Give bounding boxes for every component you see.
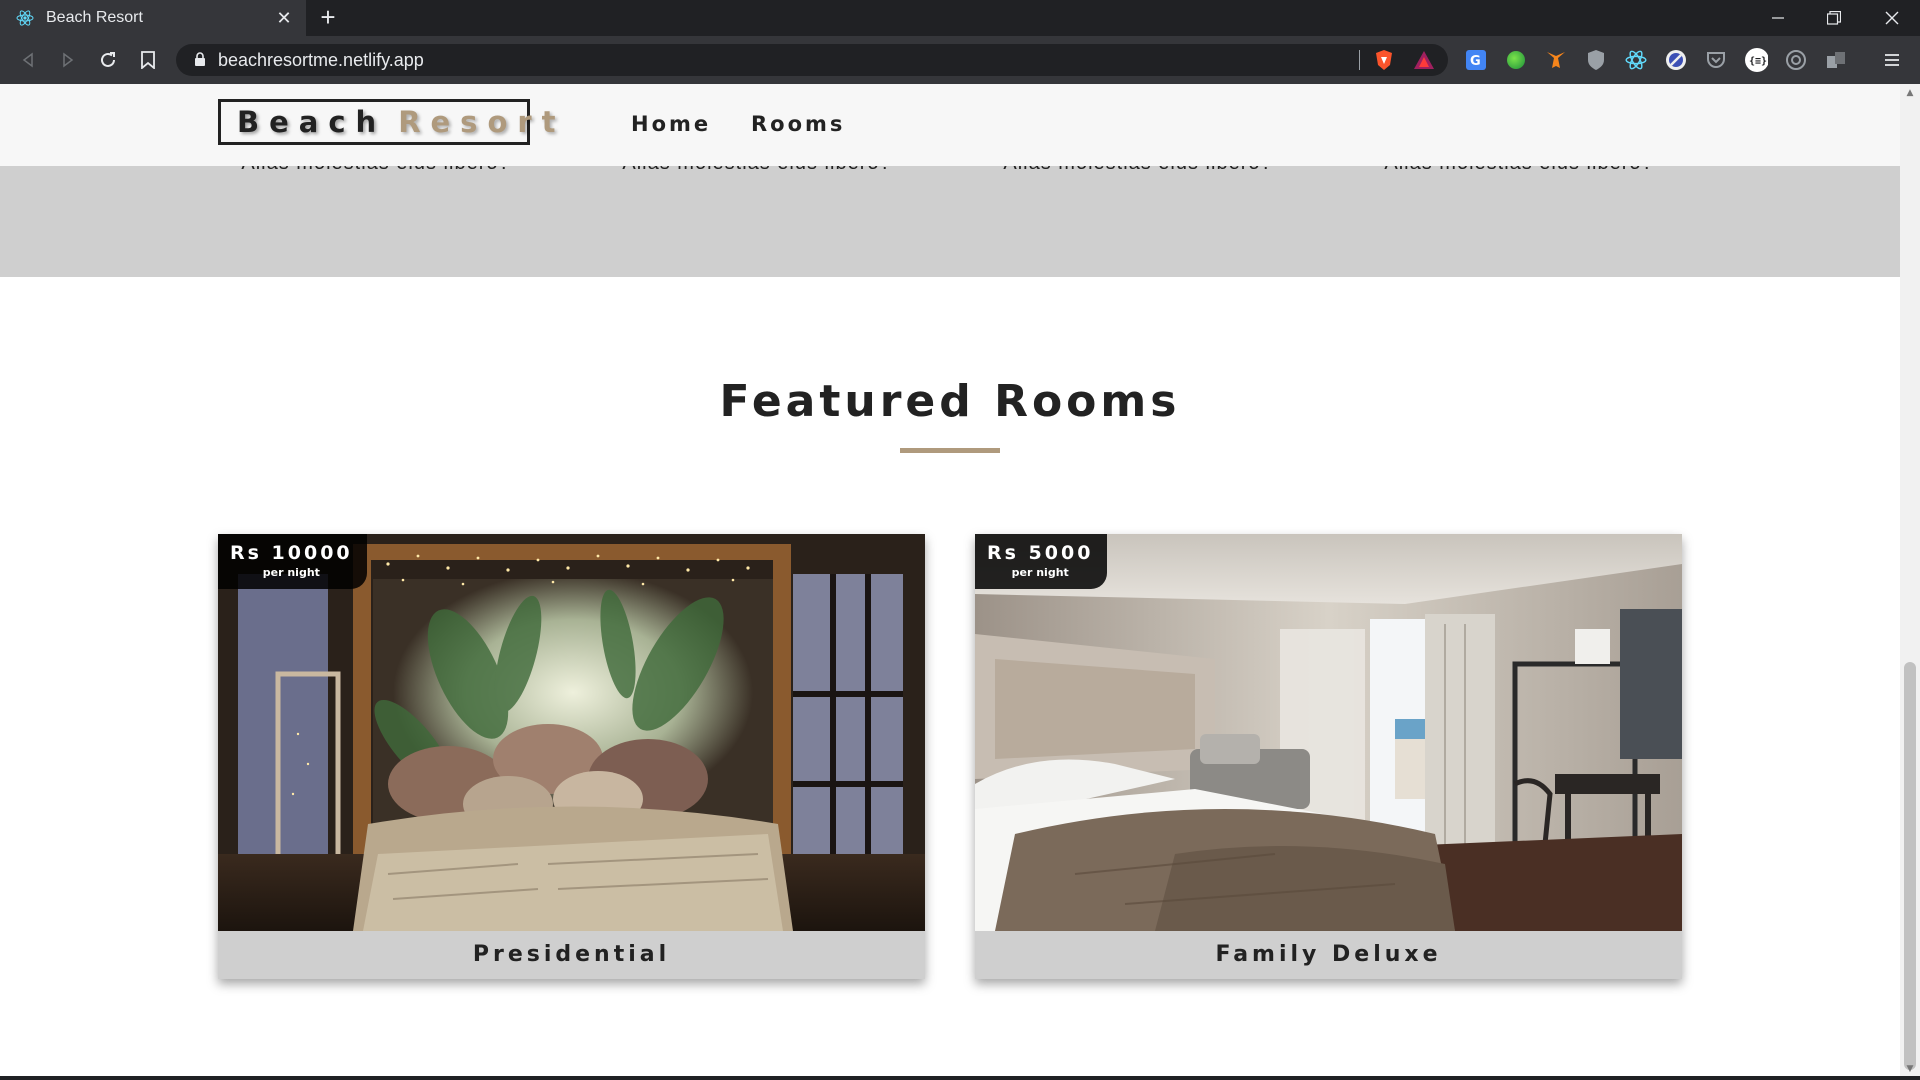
site-logo[interactable]: Beach Resort <box>218 99 556 145</box>
featured-rooms-title: Featured Rooms <box>719 376 1181 427</box>
menu-icon[interactable] <box>1880 48 1904 72</box>
browser-tab[interactable]: Beach Resort ✕ <box>0 0 306 36</box>
brave-shield-icon[interactable] <box>1372 48 1396 72</box>
room-name[interactable]: Family Deluxe <box>975 931 1682 979</box>
extension-circle-icon[interactable] <box>1664 48 1688 72</box>
nav-link-home[interactable]: Home <box>631 112 711 136</box>
scroll-up-icon[interactable]: ▲ <box>1904 88 1916 100</box>
address-bar[interactable]: beachresortme.netlify.app <box>176 44 1448 76</box>
room-image-family-deluxe[interactable] <box>975 534 1682 931</box>
new-tab-button[interactable]: + <box>314 4 342 32</box>
scrollbar-thumb[interactable] <box>1904 662 1916 1070</box>
bookmark-icon[interactable] <box>134 46 162 74</box>
browser-tab-strip: Beach Resort ✕ + <box>0 0 1920 36</box>
lock-icon <box>194 52 206 71</box>
nav-link-rooms[interactable]: Rooms <box>751 112 845 136</box>
google-translate-icon[interactable]: G <box>1464 48 1488 72</box>
room-card-presidential[interactable]: Rs 10000 per night Presidential <box>218 534 925 979</box>
price-unit: per night <box>262 566 320 579</box>
extensions-puzzle-icon[interactable] <box>1824 48 1848 72</box>
svg-text:{≡}: {≡} <box>1749 56 1767 67</box>
scroll-down-icon[interactable]: ▼ <box>1904 1064 1916 1076</box>
site-navbar: Beach Resort Home Rooms <box>0 84 1900 166</box>
price-unit: per night <box>1011 566 1069 579</box>
room-price: Rs 5000 <box>987 542 1094 564</box>
json-viewer-icon[interactable]: {≡} <box>1744 48 1768 72</box>
title-underline <box>900 448 1000 453</box>
tab-close-icon[interactable]: ✕ <box>274 8 294 29</box>
url-text: beachresortme.netlify.app <box>218 50 424 70</box>
window-bottom-edge <box>0 1076 1920 1080</box>
room-name[interactable]: Presidential <box>218 931 925 979</box>
page-scrollbar[interactable]: ▲ ▼ <box>1900 84 1920 1080</box>
room-card-family-deluxe[interactable]: Rs 5000 per night Family Deluxe <box>975 534 1682 979</box>
react-devtools-icon[interactable] <box>1624 48 1648 72</box>
room-image-presidential[interactable] <box>218 534 925 931</box>
close-window-icon[interactable] <box>1864 0 1920 36</box>
room-price: Rs 10000 <box>230 542 353 564</box>
react-icon <box>16 9 34 27</box>
back-icon[interactable] <box>14 46 42 74</box>
target-icon[interactable] <box>1784 48 1808 72</box>
restore-icon[interactable] <box>1806 0 1862 36</box>
minimize-icon[interactable] <box>1750 0 1806 36</box>
price-badge: Rs 5000 per night <box>975 534 1108 589</box>
extension-leaf-icon[interactable] <box>1504 48 1528 72</box>
brave-rewards-icon[interactable] <box>1412 48 1436 72</box>
reload-icon[interactable] <box>94 46 122 74</box>
metamask-fox-icon[interactable] <box>1544 48 1568 72</box>
omnibox-divider <box>1359 50 1360 70</box>
svg-text:G: G <box>1470 54 1481 69</box>
forward-icon[interactable] <box>54 46 82 74</box>
pocket-icon[interactable] <box>1704 48 1728 72</box>
shield-icon[interactable] <box>1584 48 1608 72</box>
tab-title: Beach Resort <box>46 9 143 26</box>
logo-word-beach: Beach <box>237 105 387 139</box>
price-badge: Rs 10000 per night <box>218 534 367 589</box>
logo-word-resort: Resort <box>398 105 566 139</box>
